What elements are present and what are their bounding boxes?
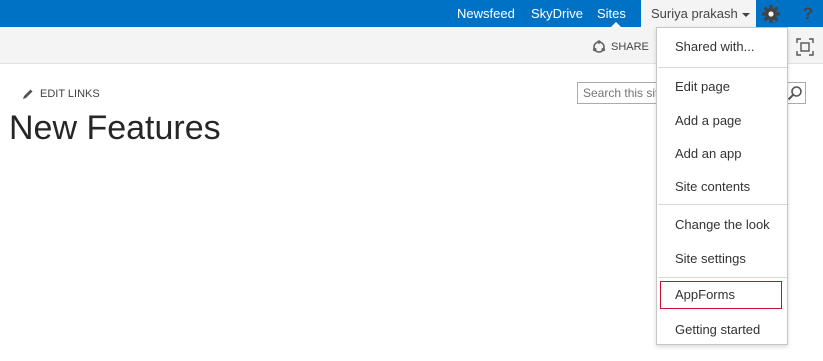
edit-links-button[interactable]: EDIT LINKS	[22, 86, 100, 102]
menu-item-add-page[interactable]: Add a page	[658, 107, 786, 135]
menu-item-appforms[interactable]: AppForms	[660, 281, 782, 309]
nav-skydrive[interactable]: SkyDrive	[531, 0, 583, 27]
menu-item-shared-with[interactable]: Shared with...	[658, 33, 786, 61]
gear-icon[interactable]	[760, 3, 782, 25]
suite-bar: Newsfeed SkyDrive Sites Suriya prakash ?	[0, 0, 823, 27]
help-button[interactable]: ?	[797, 0, 819, 27]
pencil-icon	[23, 89, 33, 100]
share-button[interactable]: SHARE	[592, 37, 649, 57]
menu-item-site-settings[interactable]: Site settings	[658, 245, 786, 273]
page-title: New Features	[9, 109, 221, 147]
menu-separator	[658, 204, 787, 205]
menu-separator	[658, 277, 787, 278]
menu-item-getting-started[interactable]: Getting started	[658, 316, 786, 344]
menu-separator	[658, 67, 787, 68]
edit-links-label: EDIT LINKS	[40, 88, 100, 100]
user-menu-button[interactable]: Suriya prakash	[641, 0, 756, 27]
share-label: SHARE	[611, 41, 649, 53]
nav-newsfeed[interactable]: Newsfeed	[457, 0, 515, 27]
focus-on-content-icon[interactable]	[796, 38, 814, 56]
menu-item-add-app[interactable]: Add an app	[658, 140, 786, 168]
user-dropdown-menu: Shared with... Edit page Add a page Add …	[656, 27, 788, 345]
search-icon[interactable]	[787, 85, 803, 101]
user-name: Suriya prakash	[651, 6, 738, 21]
chevron-down-icon	[741, 12, 750, 17]
menu-item-change-look[interactable]: Change the look	[658, 211, 786, 239]
share-icon	[592, 40, 606, 53]
menu-item-site-contents[interactable]: Site contents	[658, 173, 786, 201]
menu-item-edit-page[interactable]: Edit page	[658, 73, 786, 101]
